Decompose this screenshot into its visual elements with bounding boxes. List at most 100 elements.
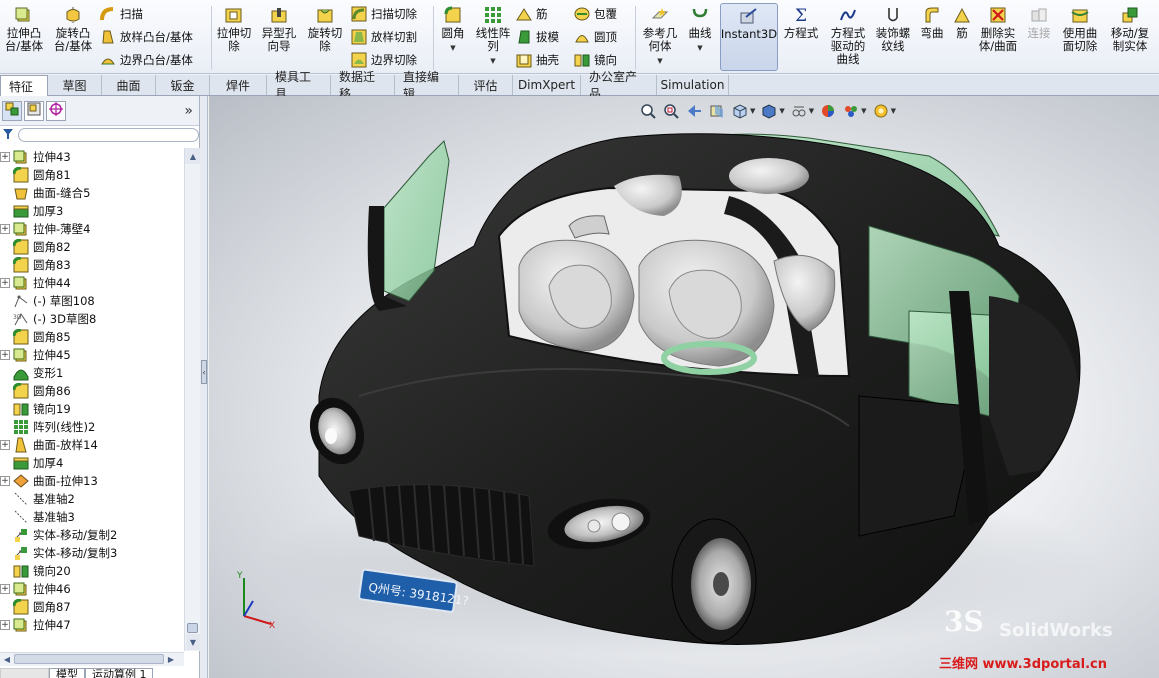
join-button[interactable]: 连接 xyxy=(1024,6,1054,40)
mirror-button[interactable]: 镜向 xyxy=(574,50,617,69)
filter-input[interactable] xyxy=(18,128,199,142)
splitter-grip-icon[interactable]: ‹ xyxy=(201,360,207,384)
scroll-left-button[interactable]: ◀ xyxy=(0,653,14,666)
tree-row[interactable]: 实体-移动/复制3 xyxy=(0,544,184,562)
tree-row[interactable]: 镜向20 xyxy=(0,562,184,580)
hole-wizard-button[interactable]: 异型孔 向导 xyxy=(259,6,299,53)
scroll-thumb[interactable] xyxy=(187,623,198,633)
tab-mold-tools[interactable]: 模具工具 xyxy=(267,70,331,101)
tree-row[interactable]: 曲面-缝合5 xyxy=(0,184,184,202)
equations-button[interactable]: Σ 方程式 xyxy=(782,6,820,40)
cosmetic-thread-button[interactable]: 装饰螺 纹线 xyxy=(873,6,913,53)
curves-button[interactable]: 曲线 ▼ xyxy=(684,6,716,55)
revolve-boss-button[interactable]: 旋转凸 台/基体 xyxy=(52,6,94,53)
shell-button[interactable]: 抽壳 xyxy=(516,50,559,69)
configuration-manager-tab-button[interactable] xyxy=(46,100,66,121)
fillet-button[interactable]: 圆角 ▼ xyxy=(437,6,469,55)
fillet-dropdown-icon[interactable]: ▼ xyxy=(450,42,455,55)
tree-row[interactable]: 圆角87 xyxy=(0,598,184,616)
use-surface-cut-button[interactable]: 使用曲 面切除 xyxy=(1058,6,1102,53)
linear-pattern-button[interactable]: 线性阵 列 ▼ xyxy=(472,6,514,68)
tree-row[interactable]: 3D (-) 3D草图8 xyxy=(0,310,184,328)
loft-boss-button[interactable]: 放样凸台/基体 xyxy=(100,27,193,46)
extrude-boss-button[interactable]: 拉伸凸 台/基体 xyxy=(4,6,44,53)
tab-sheet-metal[interactable]: 钣金 xyxy=(156,75,210,95)
expand-icon[interactable]: + xyxy=(0,278,10,288)
tree-row[interactable]: 圆角81 xyxy=(0,166,184,184)
tab-data-migration[interactable]: 数据迁移 xyxy=(331,70,395,101)
tree-row[interactable]: 加厚4 xyxy=(0,454,184,472)
tree-row[interactable]: 圆角86 xyxy=(0,382,184,400)
tab-sketch[interactable]: 草图 xyxy=(48,75,102,95)
loft-cut-button[interactable]: 放样切割 xyxy=(351,27,417,46)
tab-features[interactable]: 特征 xyxy=(0,75,48,96)
expand-icon[interactable]: + xyxy=(0,350,10,360)
tree-row[interactable]: + 拉伸43 xyxy=(0,148,184,166)
tree-row[interactable]: 变形1 xyxy=(0,364,184,382)
horizontal-scroll-thumb[interactable] xyxy=(14,654,164,664)
graphics-viewport[interactable]: ▼ ▼ ▼ ▼ ▼ Q州号: 3918121? 3S SolidWorks 三维… xyxy=(209,96,1159,678)
tree-vertical-scrollbar[interactable]: ▲ ▼ xyxy=(184,148,201,651)
tree-row[interactable]: + 拉伸-薄壁4 xyxy=(0,220,184,238)
bottom-tab-motion-study[interactable]: 运动算例 1 xyxy=(84,668,154,678)
tab-evaluate[interactable]: 评估 xyxy=(459,75,513,95)
tab-dimxpert[interactable]: DimXpert xyxy=(513,75,581,95)
tab-direct-editing[interactable]: 直接编辑 xyxy=(395,70,459,101)
panel-splitter[interactable] xyxy=(200,96,208,678)
sweep-button[interactable]: 扫描 xyxy=(100,4,193,23)
feature-manager-tab-button[interactable] xyxy=(2,100,22,121)
linear-pattern-dropdown-icon[interactable]: ▼ xyxy=(490,55,495,68)
expand-icon[interactable]: + xyxy=(0,476,10,486)
tree-row[interactable]: 圆角85 xyxy=(0,328,184,346)
equation-driven-curve-button[interactable]: 方程式 驱动的 曲线 xyxy=(826,6,870,66)
tab-simulation[interactable]: Simulation xyxy=(657,75,729,95)
tree-row[interactable]: + 拉伸46 xyxy=(0,580,184,598)
scroll-down-button[interactable]: ▼ xyxy=(186,634,200,650)
tree-row[interactable]: + 曲面-放样14 xyxy=(0,436,184,454)
reference-geometry-button[interactable]: 参考几 何体 ▼ xyxy=(640,6,680,68)
tree-row[interactable]: 阵列(线性)2 xyxy=(0,418,184,436)
tree-row[interactable]: 圆角82 xyxy=(0,238,184,256)
tree-row[interactable]: 基准轴2 xyxy=(0,490,184,508)
expand-icon[interactable]: + xyxy=(0,224,10,234)
dome-button[interactable]: 圆顶 xyxy=(574,27,617,46)
tree-row[interactable]: + 拉伸44 xyxy=(0,274,184,292)
boundary-boss-button[interactable]: 边界凸台/基体 xyxy=(100,50,193,69)
instant3d-button[interactable]: Instant3D xyxy=(720,3,778,71)
filter-icon[interactable] xyxy=(2,128,14,143)
tree-row[interactable]: 基准轴3 xyxy=(0,508,184,526)
tree-row[interactable]: 实体-移动/复制2 xyxy=(0,526,184,544)
sweep-cut-button[interactable]: 扫描切除 xyxy=(351,4,417,23)
tree-row[interactable]: + 拉伸47 xyxy=(0,616,184,634)
boundary-cut-button[interactable]: 边界切除 xyxy=(351,50,417,69)
move-copy-body-button[interactable]: 移动/复 制实体 xyxy=(1107,6,1153,53)
bottom-tab-model[interactable]: 模型 xyxy=(48,668,85,678)
tab-surfaces[interactable]: 曲面 xyxy=(102,75,156,95)
tree-row[interactable]: + 曲面-拉伸13 xyxy=(0,472,184,490)
tree-row[interactable]: (-) 草图108 xyxy=(0,292,184,310)
scroll-right-button[interactable]: ▶ xyxy=(164,653,178,666)
expand-icon[interactable]: + xyxy=(0,440,10,450)
delete-body-button[interactable]: 删除实 体/曲面 xyxy=(976,6,1020,53)
wrap-button[interactable]: 包覆 xyxy=(574,4,617,23)
tab-weldments[interactable]: 焊件 xyxy=(210,75,267,95)
rib2-button[interactable]: 筋 xyxy=(950,6,974,40)
expand-icon[interactable]: + xyxy=(0,584,10,594)
draft-button[interactable]: 拔模 xyxy=(516,27,559,46)
rib-button[interactable]: 筋 xyxy=(516,4,559,23)
tree-row[interactable]: 镜向19 xyxy=(0,400,184,418)
expand-icon[interactable]: + xyxy=(0,152,10,162)
car-model-render[interactable]: Q州号: 3918121? 3S SolidWorks 三维网 www.3dpo… xyxy=(209,96,1159,678)
expand-icon[interactable]: + xyxy=(0,620,10,630)
tree-horizontal-scrollbar[interactable]: ◀ ▶ xyxy=(0,652,184,666)
bottom-tab-blank[interactable] xyxy=(0,668,49,678)
flex-button[interactable]: 弯曲 xyxy=(917,6,947,40)
property-manager-tab-button[interactable] xyxy=(24,100,44,121)
tab-office-products[interactable]: 办公室产品 xyxy=(581,70,657,101)
tree-row[interactable]: + 拉伸45 xyxy=(0,346,184,364)
tree-row[interactable]: 加厚3 xyxy=(0,202,184,220)
curves-dropdown-icon[interactable]: ▼ xyxy=(697,42,702,55)
reference-geometry-dropdown-icon[interactable]: ▼ xyxy=(657,55,662,68)
revolve-cut-button[interactable]: 旋转切 除 xyxy=(304,6,346,53)
tree-row[interactable]: 圆角83 xyxy=(0,256,184,274)
